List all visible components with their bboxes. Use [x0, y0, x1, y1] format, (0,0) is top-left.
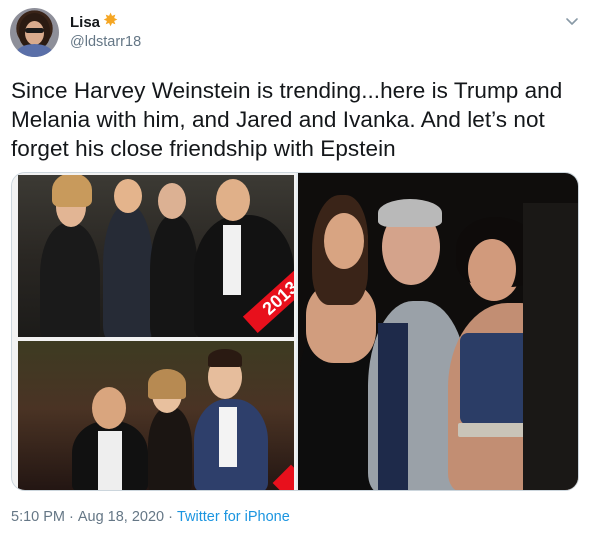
star-icon: ✸: [103, 10, 119, 30]
collage-top-panel: 2013: [18, 175, 294, 337]
collage-photo[interactable]: 2013: [12, 173, 296, 490]
tweet-timestamp: 5:10 PM · Aug 18, 2020 · Twitter for iPhone: [11, 509, 290, 525]
tweet-date[interactable]: Aug 18, 2020: [78, 509, 164, 525]
display-name[interactable]: Lisa: [70, 14, 100, 31]
separator: ·: [69, 509, 74, 525]
collage-bottom-panel: [18, 341, 294, 490]
separator: ·: [168, 509, 173, 525]
chevron-down-icon[interactable]: [563, 12, 581, 30]
source-link[interactable]: Twitter for iPhone: [177, 509, 290, 525]
avatar[interactable]: [10, 8, 59, 57]
tweet-time[interactable]: 5:10 PM: [11, 509, 65, 525]
media-grid: 2013: [11, 172, 579, 491]
tweet-card: Lisa ✸ @ldstarr18 Since Harvey Weinstein…: [0, 0, 590, 540]
tweet-text: Since Harvey Weinstein is trending...her…: [11, 78, 563, 161]
epstein-photo[interactable]: [298, 173, 578, 490]
user-handle[interactable]: @ldstarr18: [70, 34, 141, 50]
